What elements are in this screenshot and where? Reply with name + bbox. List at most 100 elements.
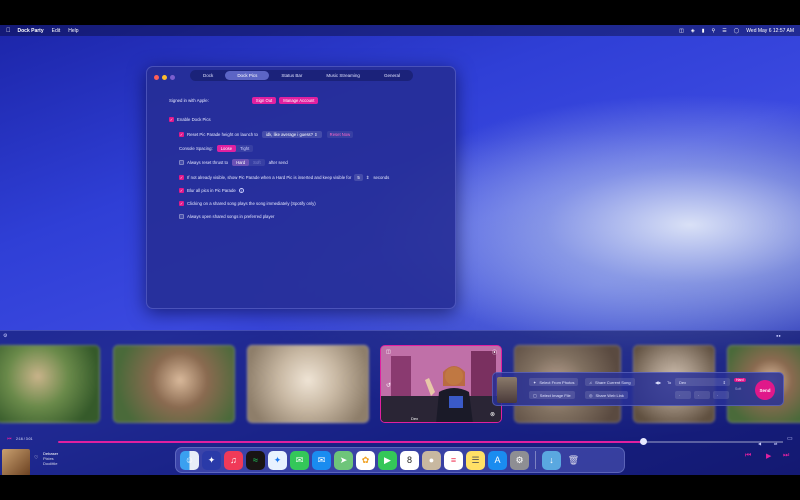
reset-height-checkbox[interactable]: ✓ (179, 132, 184, 137)
menu-bar:  Dock Party Edit Help ◫ ◈ ▮ ⚲ ☰ ◯ Wed M… (0, 25, 800, 36)
manage-account-button[interactable]: Manage Account (279, 97, 319, 104)
reset-now-button[interactable]: Reset Now (326, 131, 354, 138)
maps-icon[interactable]: ➤ (334, 450, 353, 470)
file-icon: ▢ (533, 392, 537, 398)
finder-icon[interactable]: ☺ (180, 450, 199, 470)
facetime-icon[interactable]: ▶ (378, 450, 397, 470)
enable-dock-pics-checkbox[interactable]: ✓ (169, 117, 174, 122)
app-store-icon[interactable]: A (488, 450, 507, 470)
options-icon[interactable]: ⦿ (492, 349, 497, 356)
close-pic-icon[interactable]: ⊗ (490, 411, 495, 418)
blur-pics-checkbox[interactable]: ✓ (179, 188, 184, 193)
share-web-link-button[interactable]: ◎ Share Web Link (585, 391, 628, 399)
menu-help[interactable]: Help (68, 28, 78, 34)
camera-icon[interactable]: ◫ (386, 349, 391, 355)
menu-app-name[interactable]: Dock Party (18, 28, 44, 34)
back-arrow-icon[interactable]: ↺ (386, 382, 391, 389)
clicking-plays-checkbox[interactable]: ✓ (179, 201, 184, 206)
sign-out-button[interactable]: Sign Out (251, 97, 277, 104)
battery-icon[interactable]: ▮ (702, 28, 705, 34)
settings-icon[interactable]: ⚙ (510, 450, 529, 470)
share-current-song-button[interactable]: ♫ Share Current Song (585, 378, 635, 386)
seconds-label: seconds (373, 175, 390, 180)
dock-party-icon[interactable]: ✦ (202, 450, 221, 470)
reminders-icon[interactable]: ≡ (444, 450, 463, 470)
mail-icon[interactable]: ✉ (312, 450, 331, 470)
notes-icon[interactable]: ☰ (466, 450, 485, 470)
tab-music-streaming[interactable]: Music Streaming (314, 71, 372, 80)
hard-toggle[interactable]: Hard (734, 378, 746, 382)
control-center-icon[interactable]: ☰ (722, 28, 726, 34)
airplay-icon[interactable]: ▭ (787, 435, 793, 442)
visible-seconds-field[interactable]: 5 (354, 174, 363, 181)
contacts-icon[interactable]: ● (422, 450, 441, 470)
minimize-button[interactable] (162, 75, 167, 80)
open-preferred-player-checkbox[interactable] (179, 214, 184, 219)
spacing-segmented-control: Loose Tight (216, 145, 254, 152)
recipient-dropdown[interactable]: Dex ⇕ (675, 378, 730, 386)
featured-pic-image (381, 346, 501, 422)
thrust-segmented-control: Hard Soft (232, 159, 265, 166)
console-spacing-label: Console Spacing: (179, 146, 213, 151)
calendar-icon[interactable]: 8 (400, 450, 419, 470)
show-pic-parade-checkbox[interactable]: ✓ (179, 175, 184, 180)
siri-icon[interactable]: ◯ (734, 28, 740, 34)
featured-pic[interactable]: ◫ ⦿ ↺ Dex ⊗ (380, 345, 502, 423)
soft-toggle[interactable]: Soft (735, 387, 741, 391)
menu-edit[interactable]: Edit (52, 28, 61, 34)
wifi-icon[interactable]: ◈ (691, 28, 695, 34)
downloads-folder-icon[interactable]: ↓ (542, 450, 561, 470)
volume-icon[interactable]: ◀ (758, 441, 761, 446)
messages-icon[interactable]: ✉ (290, 450, 309, 470)
gear-icon[interactable]: ⚙ (3, 333, 7, 339)
rewind-icon[interactable]: ⏮ (745, 452, 751, 460)
spacing-tight-option[interactable]: Tight (236, 145, 253, 152)
dock-party-status-icon[interactable]: ◫ (679, 28, 684, 34)
send-button[interactable]: Send (755, 380, 775, 400)
trash-icon[interactable]: 🗑 (564, 451, 583, 470)
select-from-photos-button[interactable]: ✦ Select From Photos (529, 378, 579, 386)
playback-scrubber[interactable] (640, 438, 647, 445)
emoji-option-3[interactable]: · (713, 391, 729, 399)
thrust-soft-option[interactable]: Soft (249, 159, 264, 166)
photos-icon[interactable]: ✿ (356, 450, 375, 470)
tab-dock[interactable]: Dock (191, 71, 225, 80)
close-button[interactable] (154, 75, 159, 80)
shuffle-icon[interactable]: ⇄ (774, 441, 777, 446)
reset-height-label: Reset Pic Parade height on launch to (187, 132, 258, 137)
apple-menu-icon[interactable]:  (6, 28, 11, 34)
select-image-file-button[interactable]: ▢ Select Image File (529, 391, 575, 399)
photos-icon: ✦ (533, 379, 537, 385)
play-icon[interactable]: ▶ (766, 452, 771, 460)
now-playing-info: Debaser Pixies Doolittle (43, 451, 58, 466)
safari-icon[interactable]: ✦ (268, 450, 287, 470)
pic-thumbnail[interactable] (113, 345, 235, 423)
spacing-loose-option[interactable]: Loose (216, 145, 237, 152)
pic-thumbnail[interactable] (0, 345, 100, 423)
recipient-stepper-icon[interactable]: ◀▶ (655, 380, 661, 385)
desktop:  Dock Party Edit Help ◫ ◈ ▮ ⚲ ☰ ◯ Wed M… (0, 25, 800, 475)
seconds-stepper-icon[interactable]: ⇕ (366, 175, 370, 181)
always-reset-checkbox[interactable] (179, 160, 184, 165)
emoji-option-1[interactable]: · (675, 391, 691, 399)
fast-forward-icon[interactable]: ⏭ (783, 452, 789, 460)
tab-status-bar[interactable]: Status Bar (269, 71, 314, 80)
emoji-option-2[interactable]: · (694, 391, 710, 399)
tab-general[interactable]: General (372, 71, 412, 80)
panel-options-icon[interactable]: ●● (776, 333, 781, 338)
previous-track-icon[interactable]: ⏮ (7, 436, 12, 442)
spotify-icon[interactable]: ≈ (246, 450, 265, 470)
zoom-button[interactable] (170, 75, 175, 80)
pic-thumbnail[interactable] (247, 345, 369, 423)
playback-progress[interactable] (58, 441, 643, 443)
preview-thumbnail (497, 377, 517, 403)
search-icon[interactable]: ⚲ (712, 28, 716, 34)
info-icon[interactable]: i (238, 188, 244, 193)
tab-dock-pics[interactable]: Dock Pics (225, 71, 270, 80)
favorite-heart-icon[interactable]: ♡ (34, 455, 38, 461)
album-art[interactable] (2, 449, 30, 475)
thrust-hard-option[interactable]: Hard (232, 159, 250, 166)
height-dropdown[interactable]: idk, like average i guess? ⇕ (261, 131, 322, 138)
menu-clock[interactable]: Wed May 6 12:57 AM (746, 28, 794, 34)
music-icon[interactable]: ♫ (224, 450, 243, 470)
